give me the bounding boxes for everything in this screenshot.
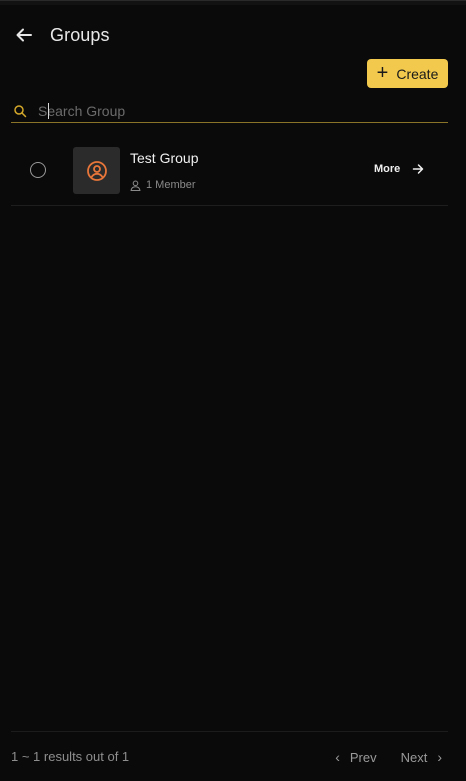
search-icon (14, 104, 27, 117)
create-button-label: Create (396, 65, 439, 82)
pagination: ‹ Prev Next › (335, 749, 442, 765)
more-label: More (374, 163, 401, 175)
search-bar (11, 99, 448, 123)
prev-button[interactable]: ‹ Prev (335, 749, 376, 765)
plus-icon: + (376, 61, 389, 84)
footer-divider (11, 731, 448, 732)
member-count-label: 1 Member (146, 179, 196, 191)
groups-panel: Groups + Create Test Group 1 Membe (0, 0, 466, 781)
next-button[interactable]: Next › (401, 749, 442, 765)
group-name: Test Group (130, 150, 199, 166)
chevron-left-icon: ‹ (335, 749, 340, 765)
next-label: Next (400, 749, 428, 765)
prev-label: Prev (349, 749, 377, 765)
create-button[interactable]: + Create (367, 59, 448, 88)
search-input[interactable] (38, 102, 418, 119)
user-icon (130, 180, 141, 191)
results-summary: 1 ~ 1 results out of 1 (11, 749, 130, 764)
group-select-radio[interactable] (30, 162, 46, 178)
arrow-left-icon (16, 28, 32, 42)
top-edge (0, 1, 466, 5)
group-member-count: 1 Member (130, 179, 196, 191)
text-caret (48, 103, 49, 119)
chevron-right-icon: › (437, 749, 442, 765)
group-row[interactable]: Test Group 1 Member More (11, 135, 448, 206)
more-button[interactable]: More (374, 163, 424, 175)
back-button[interactable] (12, 23, 36, 47)
page-title: Groups (50, 24, 110, 45)
user-circle-icon (86, 160, 107, 181)
header: Groups (12, 23, 110, 47)
group-avatar (73, 147, 120, 194)
arrow-right-icon (413, 164, 424, 174)
